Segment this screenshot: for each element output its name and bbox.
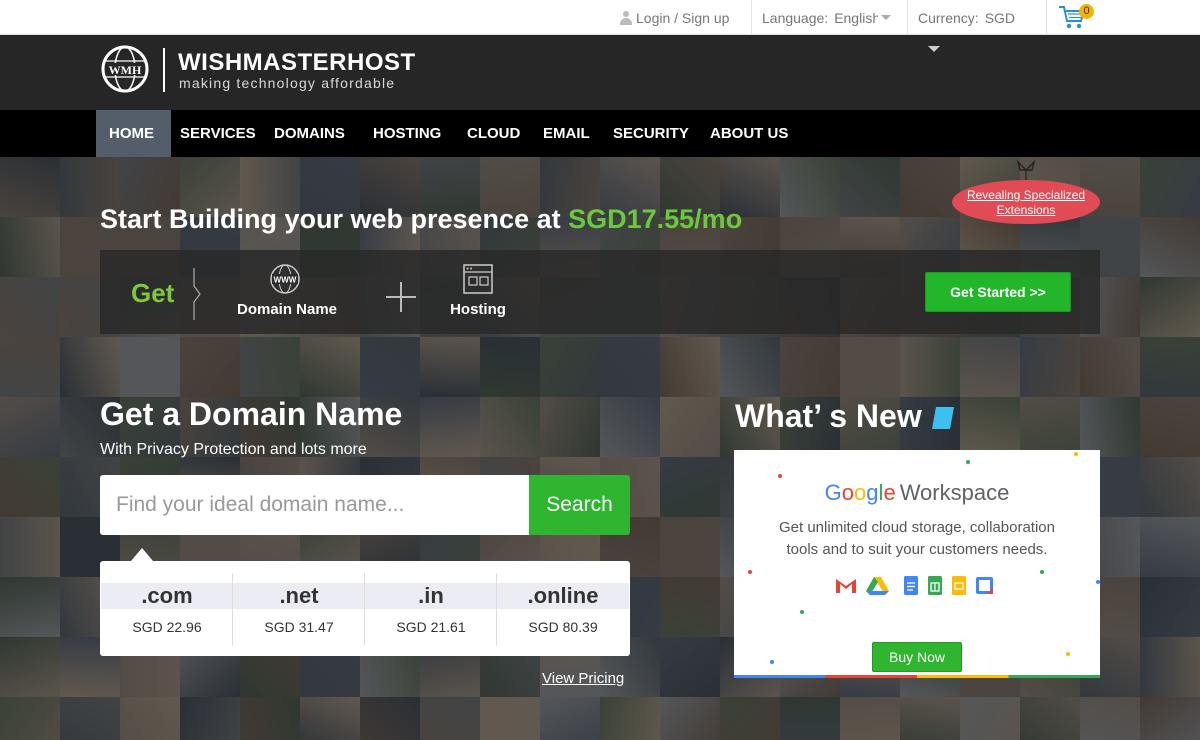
site-header: WMH WISHMASTERHOST making technology aff… bbox=[0, 35, 1200, 110]
promo-description: Get unlimited cloud storage, collaborati… bbox=[779, 519, 1055, 558]
buy-now-button[interactable]: Buy Now bbox=[872, 642, 962, 672]
tld-item-in[interactable]: .in SGD 21.61 bbox=[365, 571, 497, 646]
google-wordmark: Google bbox=[825, 480, 896, 505]
domain-section-subtitle: With Privacy Protection and lots more bbox=[100, 441, 367, 458]
slides-icon bbox=[952, 576, 966, 595]
tld-item-com[interactable]: .com SGD 22.96 bbox=[101, 571, 233, 646]
view-pricing-link[interactable]: View Pricing bbox=[542, 670, 624, 687]
get-started-button[interactable]: Get Started >> bbox=[925, 272, 1071, 312]
nav-item-services[interactable]: SERVICES bbox=[167, 110, 269, 157]
hero-headline: Start Building your web presence at SGD1… bbox=[100, 204, 742, 235]
confetti-dot bbox=[778, 474, 782, 478]
currency-selector[interactable]: Currency: SGD bbox=[918, 0, 1015, 35]
confetti-dot bbox=[770, 660, 774, 664]
nav-item-email[interactable]: EMAIL bbox=[530, 110, 603, 157]
google-letter: o bbox=[854, 480, 867, 505]
chevron-right-icon bbox=[193, 268, 201, 320]
google-letter: e bbox=[883, 480, 896, 505]
divider bbox=[907, 0, 908, 35]
brand-tagline: making technology affordable bbox=[179, 75, 396, 91]
tld-price-list: .com SGD 22.96 .net SGD 31.47 .in SGD 21… bbox=[100, 561, 630, 656]
nav-item-cloud[interactable]: CLOUD bbox=[454, 110, 533, 157]
language-selector[interactable]: Language: English bbox=[762, 0, 892, 35]
globe-logo-icon[interactable]: WMH bbox=[100, 44, 150, 94]
confetti-dot bbox=[1096, 580, 1100, 584]
google-letter: o bbox=[841, 480, 855, 505]
divider bbox=[751, 0, 752, 35]
confetti-dot bbox=[1066, 652, 1070, 656]
currency-value: SGD bbox=[984, 9, 1016, 26]
plus-icon bbox=[386, 282, 416, 312]
language-label: Language: bbox=[762, 9, 829, 26]
specialized-extensions-badge[interactable]: Revealing Specialized Extensions bbox=[952, 180, 1100, 224]
dropdown-caret-icon bbox=[928, 46, 940, 52]
nav-item-hosting[interactable]: HOSTING bbox=[360, 110, 454, 157]
confetti-dot bbox=[1074, 452, 1078, 456]
hosting-window-icon bbox=[463, 264, 493, 294]
chevron-down-icon bbox=[881, 15, 892, 20]
main-nav: HOME SERVICES DOMAINS HOSTING CLOUD EMAI… bbox=[0, 110, 1200, 157]
www-text: WWW bbox=[274, 276, 297, 285]
tld-price: SGD 80.39 bbox=[528, 619, 598, 635]
login-link[interactable]: Login / Sign up bbox=[620, 0, 729, 35]
ribbon-line-2: Extensions bbox=[996, 203, 1056, 217]
tld-name: .in bbox=[365, 583, 497, 609]
domain-section-title: Get a Domain Name bbox=[100, 396, 403, 432]
pointer-notch bbox=[131, 548, 153, 561]
sheets-icon bbox=[928, 576, 942, 595]
cart-count-badge: 0 bbox=[1079, 4, 1094, 19]
hero-price: SGD17.55/mo bbox=[568, 204, 743, 234]
top-bar: Login / Sign up Language: English Curren… bbox=[0, 0, 1200, 35]
whats-new-title: What’ s New bbox=[735, 398, 922, 434]
tld-price: SGD 31.47 bbox=[264, 619, 334, 635]
google-letter: g bbox=[866, 480, 879, 505]
drive-icon bbox=[866, 577, 889, 595]
tld-price: SGD 21.61 bbox=[396, 619, 466, 635]
workspace-label: Workspace bbox=[899, 480, 1010, 505]
hosting-label: Hosting bbox=[450, 301, 506, 318]
google-letter: G bbox=[824, 480, 842, 505]
language-value: English bbox=[834, 9, 879, 26]
confetti-dot bbox=[748, 570, 752, 574]
globe-www-icon: WWW bbox=[270, 264, 300, 294]
gmail-icon bbox=[836, 578, 856, 593]
bow-icon bbox=[1016, 160, 1036, 182]
login-label: Login / Sign up bbox=[636, 9, 730, 26]
currency-label: Currency: bbox=[918, 9, 979, 26]
confetti-dot bbox=[1040, 570, 1044, 574]
hero-headline-text: Start Building your web presence at bbox=[100, 204, 569, 234]
domain-search-input[interactable] bbox=[100, 475, 530, 535]
tld-item-online[interactable]: .online SGD 80.39 bbox=[497, 571, 629, 646]
ribbon-line-1: Revealing Specialized bbox=[966, 188, 1086, 202]
nav-item-security[interactable]: SECURITY bbox=[600, 110, 702, 157]
google-color-stripe bbox=[734, 675, 1100, 678]
tld-name: .online bbox=[497, 583, 629, 609]
search-button[interactable]: Search bbox=[529, 475, 630, 535]
domain-name-label: Domain Name bbox=[236, 301, 338, 318]
confetti-dot bbox=[800, 610, 804, 614]
nav-item-about-us[interactable]: ABOUT US bbox=[697, 110, 801, 157]
divider bbox=[1046, 0, 1047, 35]
confetti-dot bbox=[966, 460, 970, 464]
logo-divider bbox=[163, 48, 165, 92]
docs-icon bbox=[904, 576, 918, 595]
nav-item-domains[interactable]: DOMAINS bbox=[261, 110, 358, 157]
workspace-apps-icons bbox=[836, 576, 993, 595]
user-icon bbox=[620, 10, 632, 25]
brand-name[interactable]: WISHMASTERHOST bbox=[178, 49, 416, 77]
tld-name: .net bbox=[233, 583, 365, 609]
tld-name: .com bbox=[101, 583, 233, 609]
nav-item-home[interactable]: HOME bbox=[96, 110, 171, 157]
tld-item-net[interactable]: .net SGD 31.47 bbox=[233, 571, 365, 646]
calendar-icon bbox=[976, 577, 993, 594]
logo-monogram: WMH bbox=[109, 63, 142, 77]
tld-price: SGD 22.96 bbox=[132, 619, 202, 635]
get-label: Get bbox=[131, 278, 175, 308]
google-workspace-promo[interactable]: Google Workspace Get unlimited cloud stor… bbox=[734, 450, 1100, 678]
google-workspace-logo: Google Workspace bbox=[734, 480, 1100, 506]
